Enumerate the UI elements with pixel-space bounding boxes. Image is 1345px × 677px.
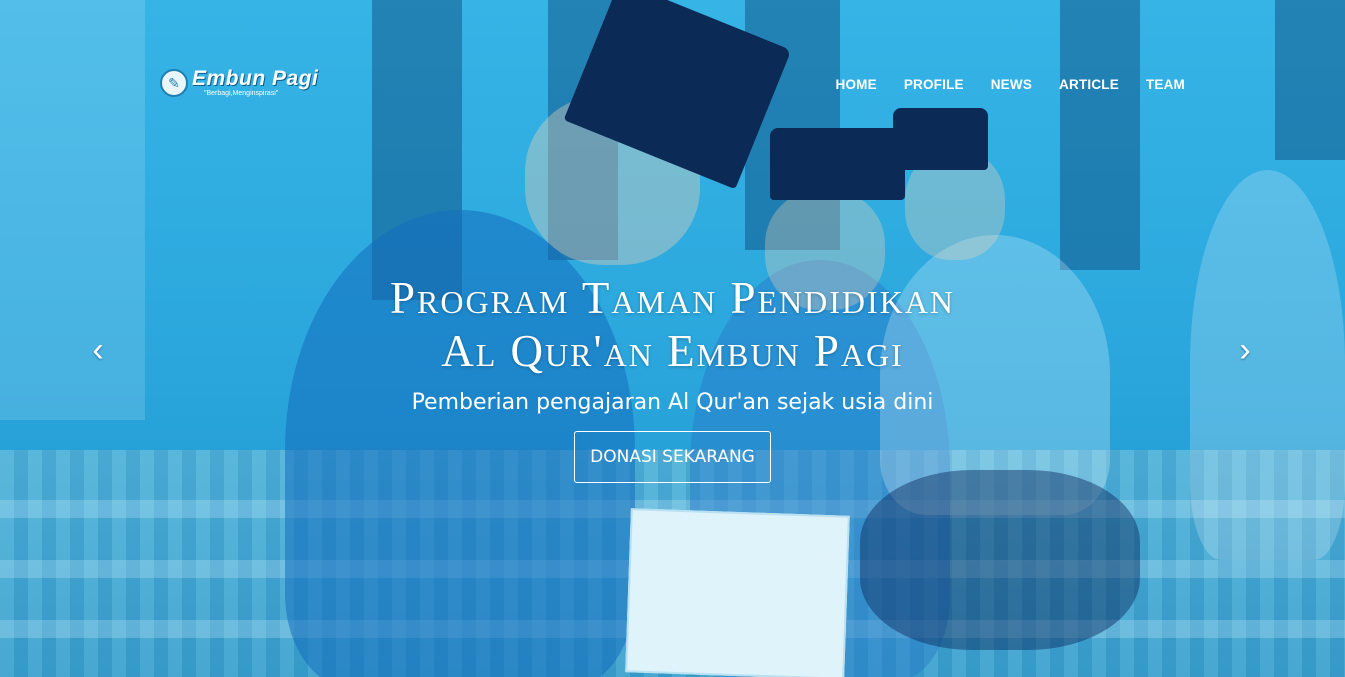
logo-text: Embun Pagi "Berbagi,Menginspirasi"	[192, 68, 318, 98]
hero-subtitle: Pemberian pengajaran Al Qur'an sejak usi…	[411, 390, 934, 415]
brand-logo[interactable]: ✎ Embun Pagi "Berbagi,Menginspirasi"	[160, 68, 318, 98]
hero-caption: Program Taman Pendidikan Al Qur'an Embun…	[0, 272, 1345, 483]
nav-item-home[interactable]: HOME	[836, 77, 877, 92]
hero-title-line1: Program Taman Pendidikan	[390, 273, 955, 323]
nav-item-profile[interactable]: PROFILE	[904, 77, 964, 92]
main-nav: HOME PROFILE NEWS ARTICLE TEAM	[836, 77, 1185, 92]
bg-pillar	[1060, 0, 1140, 270]
nav-item-team[interactable]: TEAM	[1146, 77, 1185, 92]
brand-tagline: "Berbagi,Menginspirasi"	[204, 90, 279, 97]
bg-cap	[893, 108, 988, 170]
nav-item-article[interactable]: ARTICLE	[1059, 77, 1119, 92]
brand-name: Embun Pagi	[192, 67, 319, 90]
nav-item-news[interactable]: NEWS	[991, 77, 1032, 92]
logo-emblem-icon: ✎	[160, 69, 188, 97]
hero-title: Program Taman Pendidikan Al Qur'an Embun…	[0, 272, 1345, 378]
bg-quran-book	[625, 508, 850, 677]
bg-student	[860, 470, 1140, 650]
bg-pillar	[1275, 0, 1345, 160]
bg-cap	[770, 128, 905, 200]
hero-title-line2: Al Qur'an Embun Pagi	[441, 326, 904, 376]
donate-button[interactable]: DONASI SEKARANG	[574, 431, 771, 483]
